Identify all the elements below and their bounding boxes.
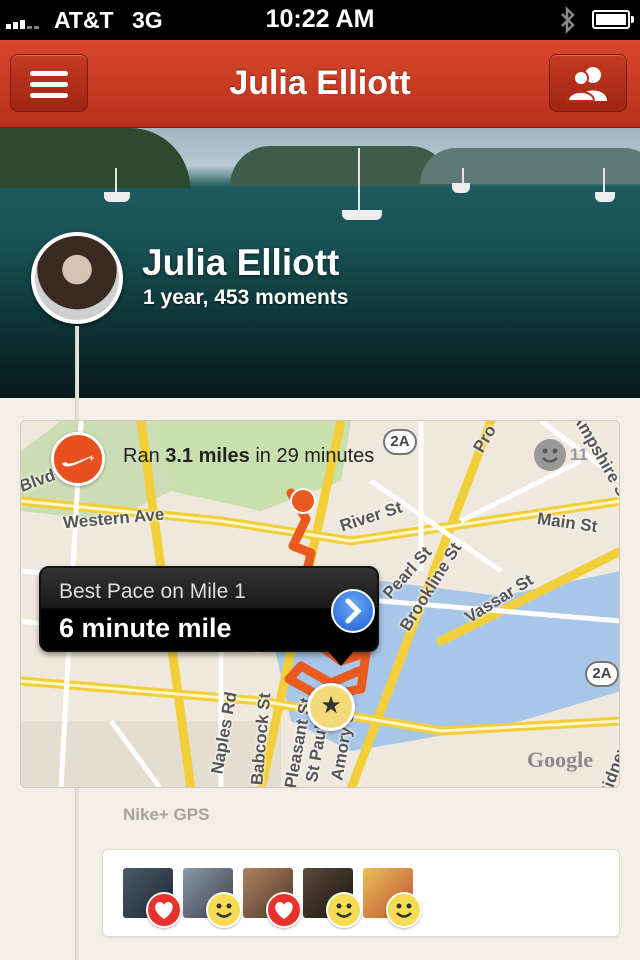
profile-summary: 1 year, 453 moments	[143, 286, 349, 309]
smiley-icon	[326, 892, 362, 928]
map-provider-logo: Google	[527, 747, 593, 772]
status-time: 10:22 AM	[265, 5, 375, 33]
route-badge: 2A	[585, 661, 619, 687]
page-title: Julia Elliott	[229, 64, 411, 102]
route-badge: 2A	[383, 429, 417, 455]
pace-callout[interactable]: Best Pace on Mile 1 6 minute mile	[39, 566, 379, 666]
activity-distance: 3.1 miles	[165, 445, 250, 467]
smiley-icon	[386, 892, 422, 928]
nike-icon: +	[51, 432, 105, 486]
smiley-icon	[206, 892, 242, 928]
activity-suffix: in 29 minutes	[249, 445, 375, 467]
activity-text: Ran 3.1 miles in 29 minutes	[123, 445, 374, 468]
heart-icon	[266, 892, 302, 928]
reactions-count-value: 11	[570, 445, 588, 464]
friends-icon	[567, 67, 607, 102]
friends-button[interactable]	[549, 54, 627, 112]
battery-icon	[592, 10, 634, 29]
reactions-card	[102, 849, 620, 937]
moment-source: Nike+ GPS	[123, 805, 210, 824]
profile-name: Julia Elliott	[142, 242, 340, 283]
navbar: Julia Elliott	[0, 40, 640, 128]
moment-card[interactable]: Western Ave River St Main St Pearl St Br…	[20, 420, 620, 788]
activity-prefix: Ran	[123, 445, 166, 467]
svg-text:+: +	[89, 453, 94, 463]
status-bar: AT&T 3G 10:22 AM	[0, 0, 640, 40]
chevron-right-icon[interactable]	[331, 589, 375, 633]
smiley-icon	[534, 439, 566, 471]
reactions-count[interactable]: 11	[534, 439, 588, 471]
heart-icon	[146, 892, 182, 928]
profile-avatar[interactable]	[31, 232, 123, 324]
callout-value: 6 minute mile	[59, 613, 232, 643]
callout-label: Best Pace on Mile 1	[59, 580, 246, 603]
bluetooth-icon	[561, 6, 575, 34]
star-icon[interactable]: ★	[307, 683, 355, 731]
